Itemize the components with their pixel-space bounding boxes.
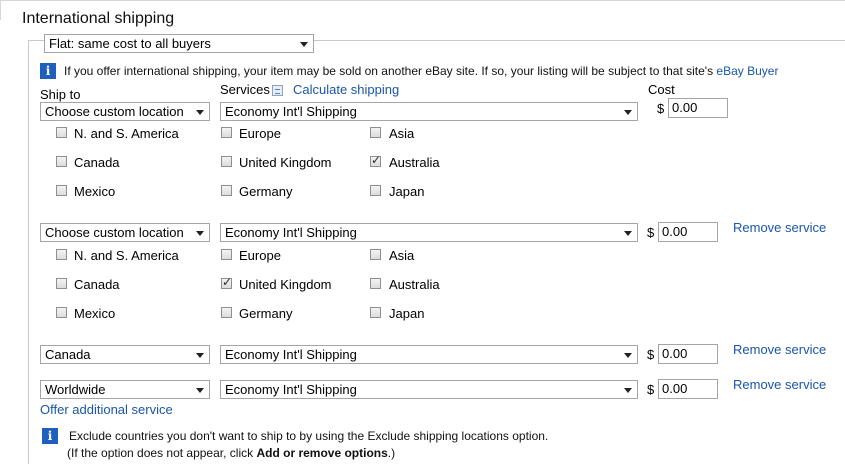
currency-symbol: $ [647,382,655,397]
chevron-down-icon [300,42,308,47]
info-icon: i [40,63,56,79]
region-label: Japan [389,184,425,199]
chevron-down-icon [196,353,204,358]
region-label: Japan [389,306,425,321]
ship-to-select-1[interactable]: Choose custom location [40,102,210,121]
region-checkbox[interactable] [370,307,381,318]
region-checkbox[interactable] [370,185,381,196]
region-checkbox[interactable] [370,127,381,138]
left-divider [0,0,1,20]
cost-header: Cost [648,82,675,97]
region-label: N. and S. America [74,126,179,141]
region-checkbox[interactable] [370,278,381,289]
cost-input-1[interactable]: 0.00 [668,98,728,118]
chevron-down-icon [624,110,632,115]
region-label: Europe [239,126,281,141]
cost-input-3[interactable]: 0.00 [658,344,718,364]
top-divider [0,0,845,1]
cost-input-4[interactable]: 0.00 [658,379,718,399]
service-select-1[interactable]: Economy Int'l Shipping [220,102,638,121]
region-checkbox[interactable] [56,156,67,167]
currency-symbol: $ [647,225,655,240]
region-label: Mexico [74,306,116,321]
service-value-1: Economy Int'l Shipping [225,104,357,119]
exclude-info-line1: Exclude countries you don't want to ship… [69,429,549,443]
ship-to-value-2: Choose custom location [45,225,184,240]
ship-to-value-3: Canada [45,347,91,362]
chevron-down-icon [624,231,632,236]
remove-service-link[interactable]: Remove service [733,220,826,235]
service-value-4: Economy Int'l Shipping [225,382,357,397]
region-checkbox[interactable] [56,249,67,260]
international-info-message: If you offer international shipping, you… [64,64,714,78]
service-value-2: Economy Int'l Shipping [225,225,357,240]
service-select-4[interactable]: Economy Int'l Shipping [220,380,638,399]
remove-service-link[interactable]: Remove service [733,342,826,357]
service-value-3: Economy Int'l Shipping [225,347,357,362]
ship-to-header: Ship to [40,87,81,102]
exclude-info-suffix: .) [387,446,396,460]
services-help-icon[interactable] [272,85,283,96]
region-label: United Kingdom [239,277,332,292]
ship-to-value-1: Choose custom location [45,104,184,119]
region-label: Mexico [74,184,116,199]
region-label: Canada [74,277,120,292]
chevron-down-icon [624,353,632,358]
exclude-info-prefix: (If the option does not appear, click [67,446,257,460]
region-checkbox[interactable] [56,185,67,196]
section-title: International shipping [22,10,175,27]
ship-to-value-4: Worldwide [45,382,106,397]
fieldset-border-left [28,40,29,464]
region-checkbox[interactable] [221,156,232,167]
region-checkbox-checked[interactable] [370,153,381,167]
region-label: N. and S. America [74,248,179,263]
region-checkbox[interactable] [221,307,232,318]
region-label: United Kingdom [239,155,332,170]
shipping-type-value: Flat: same cost to all buyers [49,36,211,51]
region-checkbox[interactable] [370,249,381,260]
services-header: Services [220,82,270,97]
service-select-2[interactable]: Economy Int'l Shipping [220,223,638,242]
region-checkbox[interactable] [56,127,67,138]
currency-symbol: $ [657,101,665,116]
region-label: Asia [389,248,415,263]
region-label: Europe [239,248,281,263]
remove-service-link[interactable]: Remove service [733,377,826,392]
offer-additional-service-link[interactable]: Offer additional service [40,402,173,417]
region-checkbox[interactable] [221,127,232,138]
shipping-type-select[interactable]: Flat: same cost to all buyers [44,34,314,53]
region-label: Asia [389,126,415,141]
chevron-down-icon [624,388,632,393]
add-remove-options-text: Add or remove options [256,446,388,460]
region-label: Canada [74,155,120,170]
region-checkbox-checked[interactable] [221,275,232,289]
region-label: Australia [389,155,440,170]
region-label: Australia [389,277,440,292]
service-select-3[interactable]: Economy Int'l Shipping [220,345,638,364]
chevron-down-icon [196,388,204,393]
info-icon: i [42,428,58,444]
chevron-down-icon [196,110,204,115]
ship-to-select-3[interactable]: Canada [40,345,210,364]
chevron-down-icon [196,231,204,236]
region-label: Germany [239,306,293,321]
exclude-info-line2: (If the option does not appear, click Ad… [67,446,395,460]
region-checkbox[interactable] [56,307,67,318]
ship-to-select-2[interactable]: Choose custom location [40,223,210,242]
currency-symbol: $ [647,347,655,362]
international-info-text: If you offer international shipping, you… [64,64,778,78]
ship-to-select-4[interactable]: Worldwide [40,380,210,399]
region-checkbox[interactable] [221,249,232,260]
region-label: Germany [239,184,293,199]
region-checkbox[interactable] [56,278,67,289]
calculate-shipping-link[interactable]: Calculate shipping [293,82,399,97]
cost-input-2[interactable]: 0.00 [658,222,718,242]
ebay-buyer-link[interactable]: eBay Buyer [716,64,778,78]
region-checkbox[interactable] [221,185,232,196]
